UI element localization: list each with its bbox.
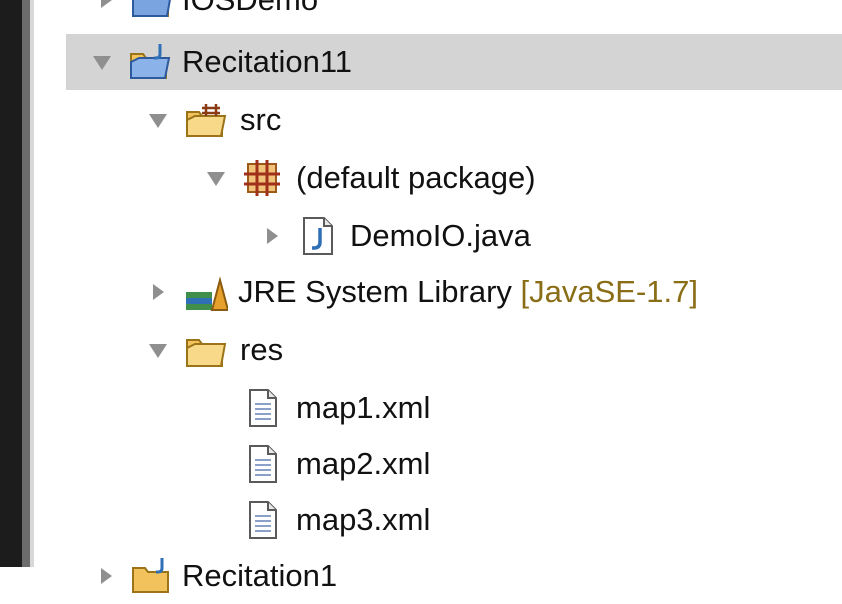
left-window-edge-shadow	[22, 0, 30, 567]
left-window-edge	[0, 0, 22, 567]
tree-item-map3-xml[interactable]: map3.xml	[34, 492, 842, 548]
text-file-icon	[240, 500, 284, 540]
expanded-arrow-icon[interactable]	[90, 50, 114, 74]
library-version: [JavaSE-1.7]	[520, 274, 699, 309]
tree-item-label: src	[240, 102, 282, 137]
tree-item-recitation11[interactable]: Recitation11	[66, 34, 842, 90]
tree-item-map2-xml[interactable]: map2.xml	[34, 436, 842, 492]
text-file-icon	[240, 388, 284, 428]
collapsed-arrow-icon[interactable]	[146, 280, 170, 304]
tree-item-label: (default package)	[296, 160, 536, 195]
tree-item-jre-system-library[interactable]: JRE System Library [JavaSE-1.7]	[34, 264, 842, 320]
tree-item-label: res	[240, 332, 284, 367]
source-folder-icon	[184, 100, 228, 140]
library-name: JRE System Library	[238, 274, 512, 309]
tree-item-label: map2.xml	[296, 446, 431, 481]
tree-item-default-package[interactable]: (default package)	[34, 150, 842, 206]
text-file-icon	[240, 444, 284, 484]
collapsed-arrow-icon[interactable]	[260, 224, 284, 248]
expanded-arrow-icon[interactable]	[146, 338, 170, 362]
tree-item-label: map3.xml	[296, 502, 431, 537]
tree-item-label: Recitation1	[182, 558, 338, 593]
tree-item-map1-xml[interactable]: map1.xml	[34, 380, 842, 436]
package-explorer-tree: IOSDemo Recitation11 src (default packag…	[34, 0, 842, 593]
java-file-icon	[296, 216, 340, 256]
tree-item-res[interactable]: res	[34, 322, 842, 378]
tree-item-label: IOSDemo	[182, 0, 318, 20]
java-project-folder-icon	[128, 42, 172, 82]
expanded-arrow-icon[interactable]	[204, 166, 228, 190]
tree-item-demoio-java[interactable]: DemoIO.java	[34, 208, 842, 264]
tree-item-label: map1.xml	[296, 390, 431, 425]
package-icon	[240, 158, 284, 198]
folder-icon	[184, 330, 228, 370]
tree-item-src[interactable]: src	[34, 92, 842, 148]
library-icon	[184, 272, 228, 312]
collapsed-arrow-icon[interactable]	[94, 0, 118, 12]
java-project-folder-icon	[130, 0, 174, 20]
collapsed-arrow-icon[interactable]	[94, 564, 118, 588]
expanded-arrow-icon[interactable]	[146, 108, 170, 132]
tree-item-label: DemoIO.java	[350, 218, 531, 253]
tree-item-recitation1[interactable]: Recitation1	[34, 548, 842, 604]
tree-item-iosdemo[interactable]: IOSDemo	[34, 0, 842, 28]
tree-item-label: Recitation11	[182, 44, 353, 79]
tree-item-label: JRE System Library [JavaSE-1.7]	[238, 272, 698, 312]
java-project-folder-icon	[130, 556, 174, 596]
